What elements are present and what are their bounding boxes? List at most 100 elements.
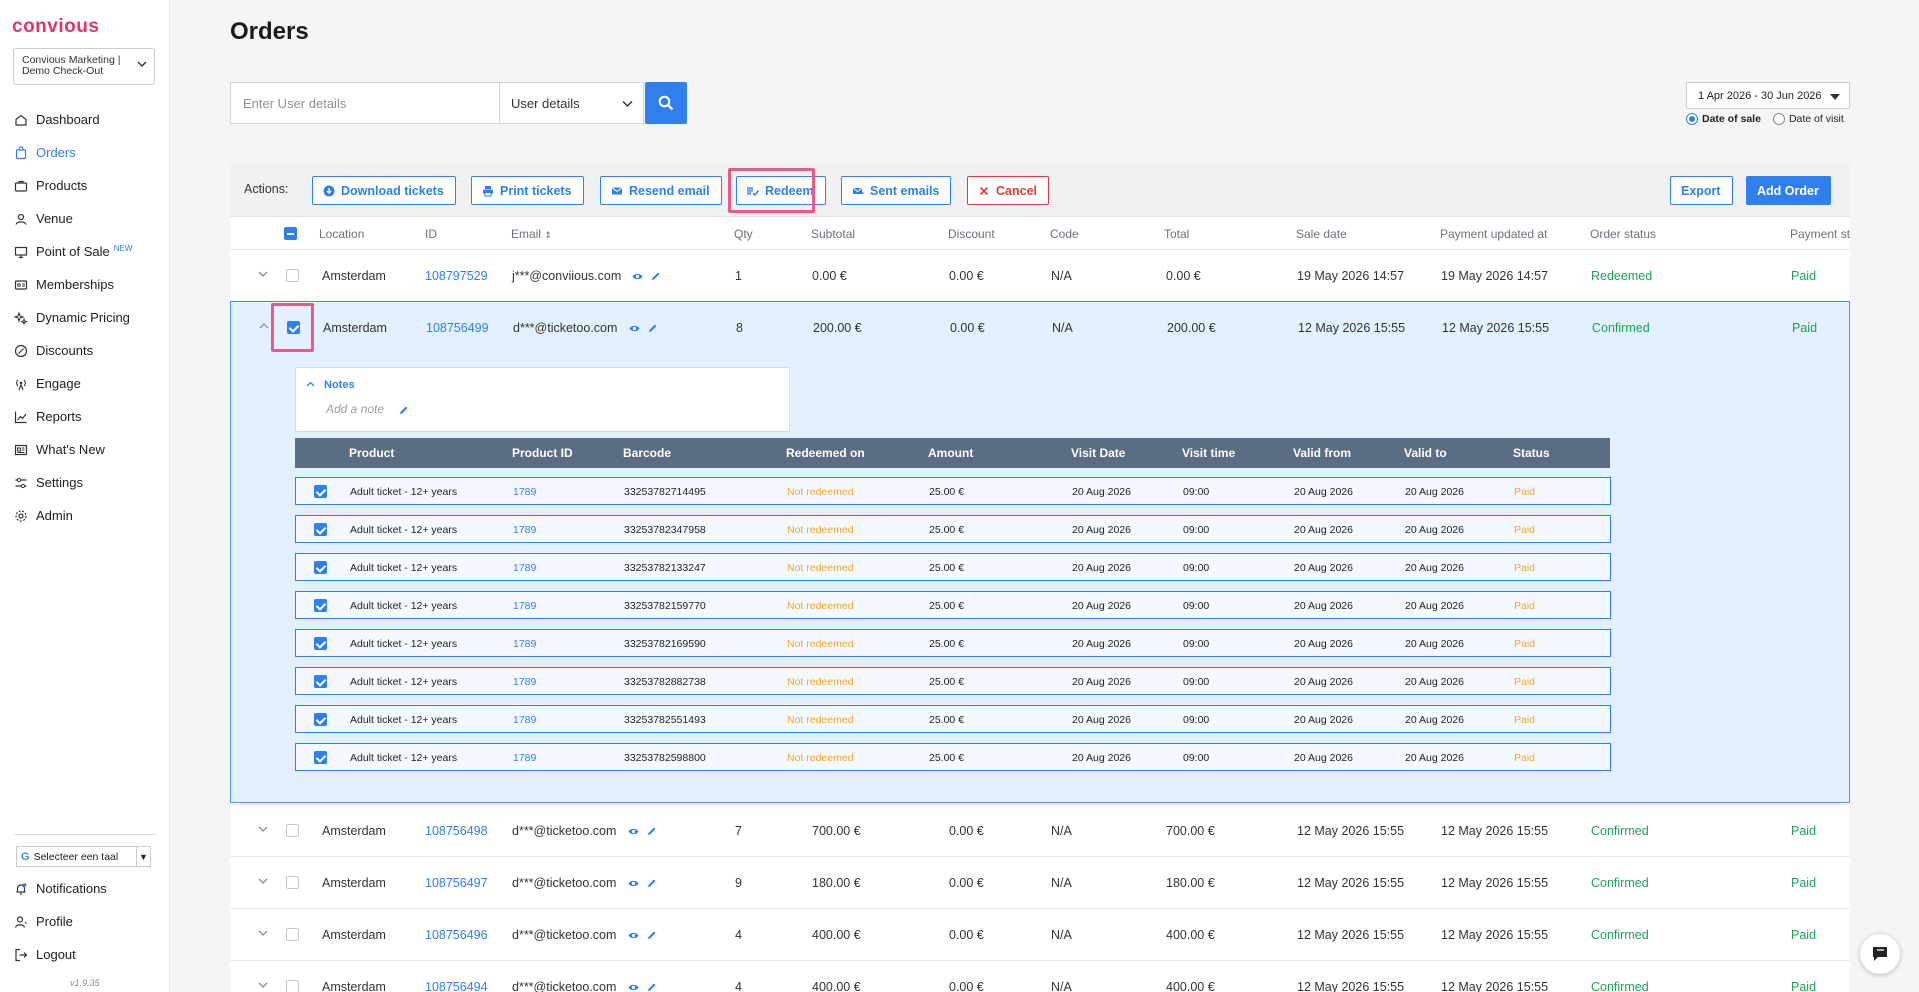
ticket-row[interactable]: Adult ticket - 12+ years 1789 332537825988…	[295, 743, 1611, 771]
edit-icon[interactable]	[647, 323, 658, 334]
chevron-down-icon[interactable]	[257, 979, 269, 991]
sidebar-item-settings[interactable]: Settings	[0, 466, 170, 499]
cell-id[interactable]: 108756497	[425, 876, 488, 890]
edit-icon[interactable]	[646, 930, 657, 941]
ticket-cell-product-id[interactable]: 1789	[513, 486, 536, 498]
ticket-row[interactable]: Adult ticket - 12+ years 1789 332537827144…	[295, 477, 1611, 505]
sidebar-item-profile[interactable]: Profile	[0, 905, 170, 938]
ticket-cell-product-id[interactable]: 1789	[513, 524, 536, 536]
export-button[interactable]: Export	[1670, 176, 1733, 205]
add-note-input[interactable]: Add a note	[326, 402, 384, 416]
select-all-checkbox[interactable]	[284, 227, 297, 240]
cell-id[interactable]: 108756496	[425, 928, 488, 942]
ticket-checkbox[interactable]	[314, 599, 327, 612]
sidebar-item-products[interactable]: Products	[0, 169, 170, 202]
ticket-cell-product-id[interactable]: 1789	[513, 562, 536, 574]
ticket-cell-product-id[interactable]: 1789	[513, 600, 536, 612]
row-checkbox[interactable]	[286, 824, 299, 837]
sidebar-item-admin[interactable]: Admin	[0, 499, 170, 532]
radio-date-of-visit[interactable]	[1772, 113, 1785, 125]
sidebar-item-engage[interactable]: Engage	[0, 367, 170, 400]
sidebar-item-whats-new[interactable]: What's New	[0, 433, 170, 466]
table-row[interactable]: Amsterdam 108756498 d***@ticketoo.com 7 700.…	[230, 804, 1850, 856]
table-row[interactable]: Amsterdam 108756494 d***@ticketoo.com 4 400.…	[230, 960, 1850, 992]
column-header-total[interactable]: Total	[1164, 227, 1189, 241]
ticket-cell-product-id[interactable]: 1789	[513, 676, 536, 688]
ticket-row[interactable]: Adult ticket - 12+ years 1789 332537821695…	[295, 629, 1611, 657]
column-header-email[interactable]: Email ⇕	[511, 227, 552, 241]
notes-title[interactable]: Notes	[324, 379, 355, 391]
chevron-up-icon[interactable]	[258, 320, 270, 332]
view-icon[interactable]	[628, 930, 639, 941]
table-row[interactable]: Amsterdam 108756497 d***@ticketoo.com 9 180.…	[230, 856, 1850, 908]
sent-emails-button[interactable]: Sent emails	[841, 176, 952, 205]
cell-id[interactable]: 108756499	[426, 321, 489, 335]
ticket-checkbox[interactable]	[314, 675, 327, 688]
column-header-payment-updated[interactable]: Payment updated at	[1440, 227, 1547, 241]
view-icon[interactable]	[628, 826, 639, 837]
ticket-row[interactable]: Adult ticket - 12+ years 1789 332537821597…	[295, 591, 1611, 619]
sidebar-item-logout[interactable]: Logout	[0, 938, 170, 971]
sidebar-item-point-of-sale[interactable]: Point of Sale NEW	[0, 235, 170, 268]
ticket-checkbox[interactable]	[314, 523, 327, 536]
column-header-location[interactable]: Location	[319, 227, 364, 241]
chevron-down-icon[interactable]	[257, 268, 269, 280]
redeem-button[interactable]: Redeem	[736, 176, 826, 205]
sidebar-item-orders[interactable]: Orders	[0, 136, 170, 169]
row-checkbox[interactable]	[286, 876, 299, 889]
row-checkbox[interactable]	[286, 928, 299, 941]
chevron-down-icon[interactable]	[257, 875, 269, 887]
sidebar-item-memberships[interactable]: Memberships	[0, 268, 170, 301]
cancel-button[interactable]: Cancel	[967, 176, 1049, 205]
view-icon[interactable]	[628, 982, 639, 992]
table-row[interactable]: Amsterdam 108756496 d***@ticketoo.com 4 400.…	[230, 908, 1850, 960]
chevron-down-icon[interactable]	[257, 927, 269, 939]
search-button[interactable]	[645, 82, 687, 124]
cell-id[interactable]: 108756494	[425, 980, 488, 992]
ticket-row[interactable]: Adult ticket - 12+ years 1789 332537825514…	[295, 705, 1611, 733]
ticket-cell-product-id[interactable]: 1789	[513, 752, 536, 764]
ticket-checkbox[interactable]	[314, 751, 327, 764]
ticket-checkbox[interactable]	[314, 713, 327, 726]
column-header-payment-status[interactable]: Payment st	[1790, 227, 1850, 241]
edit-icon[interactable]	[646, 878, 657, 889]
app-logo[interactable]: convious	[12, 16, 99, 38]
edit-icon[interactable]	[398, 405, 409, 416]
ticket-cell-product-id[interactable]: 1789	[513, 714, 536, 726]
add-order-button[interactable]: Add Order	[1746, 176, 1831, 205]
radio-date-of-sale[interactable]	[1686, 113, 1698, 125]
edit-icon[interactable]	[646, 826, 657, 837]
ticket-row[interactable]: Adult ticket - 12+ years 1789 332537828827…	[295, 667, 1611, 695]
search-input[interactable]	[230, 82, 500, 124]
column-header-id[interactable]: ID	[425, 227, 437, 241]
ticket-row[interactable]: Adult ticket - 12+ years 1789 332537823479…	[295, 515, 1611, 543]
ticket-row[interactable]: Adult ticket - 12+ years 1789 332537821332…	[295, 553, 1611, 581]
sidebar-item-dynamic-pricing[interactable]: Dynamic Pricing	[0, 301, 170, 334]
edit-icon[interactable]	[646, 982, 657, 992]
column-header-code[interactable]: Code	[1050, 227, 1079, 241]
row-checkbox[interactable]	[286, 980, 299, 992]
ticket-checkbox[interactable]	[314, 561, 327, 574]
cell-id[interactable]: 108797529	[425, 269, 488, 283]
ticket-cell-product-id[interactable]: 1789	[513, 638, 536, 650]
column-header-subtotal[interactable]: Subtotal	[811, 227, 855, 241]
edit-icon[interactable]	[650, 271, 661, 282]
row-checkbox[interactable]	[286, 269, 299, 282]
language-select[interactable]: G Selecteer een taal ▼	[16, 846, 151, 867]
print-tickets-button[interactable]: Print tickets	[471, 176, 584, 205]
download-tickets-button[interactable]: Download tickets	[312, 176, 456, 205]
table-row[interactable]: Amsterdam 108797529 j***@conviious.com 1 0.0…	[230, 249, 1850, 301]
account-select[interactable]: Convious Marketing | Demo Check-Out	[13, 48, 155, 85]
chevron-down-icon[interactable]	[257, 823, 269, 835]
ticket-checkbox[interactable]	[314, 485, 327, 498]
column-header-discount[interactable]: Discount	[948, 227, 995, 241]
sidebar-item-reports[interactable]: Reports	[0, 400, 170, 433]
column-header-sale-date[interactable]: Sale date	[1296, 227, 1347, 241]
view-icon[interactable]	[629, 323, 640, 334]
view-icon[interactable]	[628, 878, 639, 889]
sidebar-item-dashboard[interactable]: Dashboard	[0, 103, 170, 136]
cell-id[interactable]: 108756498	[425, 824, 488, 838]
column-header-qty[interactable]: Qty	[734, 227, 753, 241]
sidebar-item-notifications[interactable]: Notifications	[0, 872, 170, 905]
ticket-checkbox[interactable]	[314, 637, 327, 650]
